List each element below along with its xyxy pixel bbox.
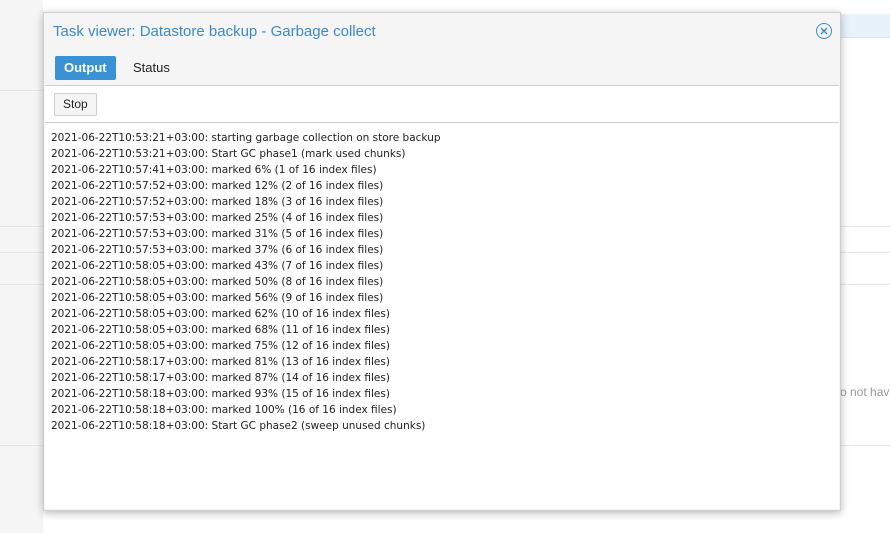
- log-line: 2021-06-22T10:58:05+03:00: marked 43% (7…: [51, 260, 384, 272]
- log-line: 2021-06-22T10:58:05+03:00: marked 50% (8…: [51, 276, 384, 288]
- tab-bar: Output Status: [44, 55, 840, 85]
- log-line: 2021-06-22T10:58:05+03:00: marked 56% (9…: [51, 292, 384, 304]
- log-line: 2021-06-22T10:57:41+03:00: marked 6% (1 …: [51, 164, 377, 176]
- log-line: 2021-06-22T10:58:05+03:00: marked 75% (1…: [51, 340, 390, 352]
- log-line: 2021-06-22T10:58:18+03:00: marked 100% (…: [51, 404, 397, 416]
- log-line: 2021-06-22T10:58:18+03:00: marked 93% (1…: [51, 388, 390, 400]
- log-line: 2021-06-22T10:57:52+03:00: marked 18% (3…: [51, 196, 384, 208]
- background-divider: [0, 90, 43, 91]
- log-line: 2021-06-22T10:58:05+03:00: marked 62% (1…: [51, 308, 390, 320]
- log-line: 2021-06-22T10:58:05+03:00: marked 68% (1…: [51, 324, 390, 336]
- output-toolbar: Stop: [45, 86, 839, 123]
- dialog-titlebar[interactable]: Task viewer: Datastore backup - Garbage …: [44, 13, 840, 49]
- dialog-title: Task viewer: Datastore backup - Garbage …: [53, 23, 376, 40]
- log-line: 2021-06-22T10:57:53+03:00: marked 37% (6…: [51, 244, 384, 256]
- tab-status[interactable]: Status: [124, 56, 179, 80]
- log-line: 2021-06-22T10:58:18+03:00: Start GC phas…: [51, 420, 426, 432]
- task-log[interactable]: 2021-06-22T10:53:21+03:00: starting garb…: [45, 124, 839, 509]
- close-button[interactable]: [816, 23, 832, 39]
- stop-button[interactable]: Stop: [54, 93, 97, 116]
- log-line: 2021-06-22T10:57:53+03:00: marked 31% (5…: [51, 228, 384, 240]
- output-panel: Stop 2021-06-22T10:53:21+03:00: starting…: [45, 85, 839, 509]
- log-line: 2021-06-22T10:57:53+03:00: marked 25% (4…: [51, 212, 384, 224]
- background-left-area: [0, 0, 43, 533]
- log-line: 2021-06-22T10:53:21+03:00: Start GC phas…: [51, 148, 406, 160]
- log-line: 2021-06-22T10:58:17+03:00: marked 87% (1…: [51, 372, 390, 384]
- log-line: 2021-06-22T10:57:52+03:00: marked 12% (2…: [51, 180, 384, 192]
- log-line: 2021-06-22T10:53:21+03:00: starting garb…: [51, 132, 441, 144]
- tab-output[interactable]: Output: [55, 56, 116, 80]
- log-line: 2021-06-22T10:58:17+03:00: marked 81% (1…: [51, 356, 390, 368]
- close-icon: [819, 26, 829, 36]
- task-viewer-dialog: Task viewer: Datastore backup - Garbage …: [43, 12, 841, 511]
- background-message-fragment: o not hav: [840, 385, 890, 399]
